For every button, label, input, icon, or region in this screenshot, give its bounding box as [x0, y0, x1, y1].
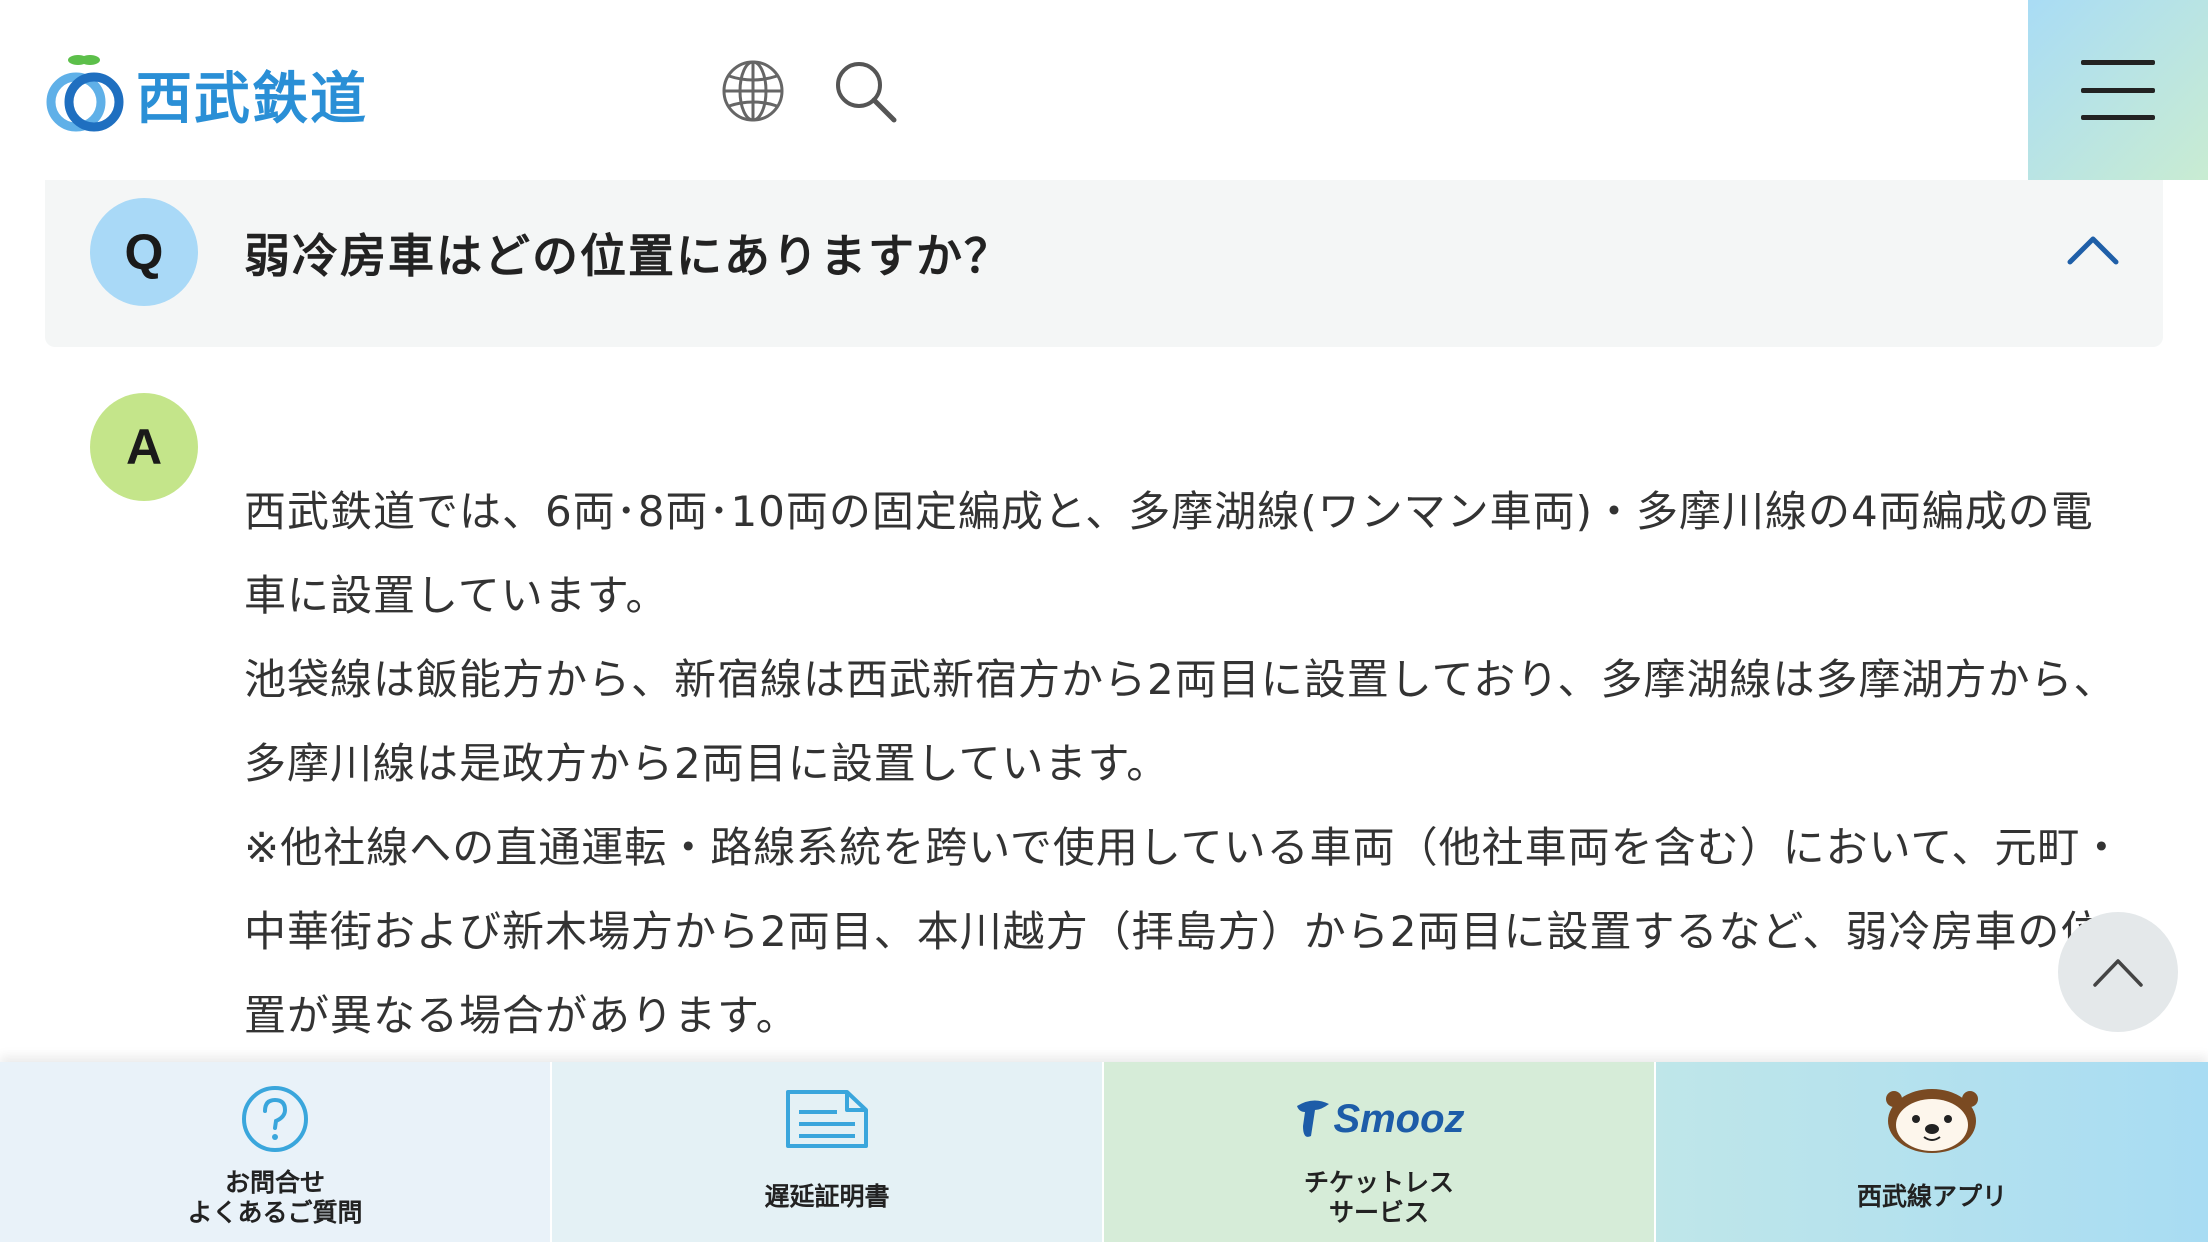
question-circle-icon	[242, 1086, 308, 1152]
globe-icon[interactable]	[720, 58, 786, 124]
nav-item-ticketless[interactable]: Smooz チケットレス サービス	[1104, 1062, 1656, 1242]
chevron-up-icon	[2093, 959, 2143, 987]
otter-mascot-icon	[1886, 1089, 1978, 1153]
logo-text: 西武鉄道	[136, 66, 368, 132]
seibu-logo-icon	[46, 55, 124, 132]
a-badge: A	[90, 393, 198, 501]
faq-question-text[interactable]: 弱冷房車はどの位置にありますか？	[244, 220, 1012, 286]
chevron-up-icon[interactable]	[2066, 232, 2120, 266]
nav-item-delay-certificate[interactable]: 遅延証明書	[552, 1062, 1104, 1242]
answer-paragraph: ※他社線への直通運転・路線系統を跨いで使用している車両（他社車両を含む）において…	[244, 823, 2124, 1040]
smooz-swoosh-icon	[1297, 1100, 1330, 1137]
smooz-logo-text: Smooz	[1333, 1096, 1465, 1141]
seibu-logo[interactable]: 西武鉄道	[44, 52, 368, 136]
nav-label: チケットレス サービス	[1303, 1168, 1454, 1227]
faq-answer: 西武鉄道では、6両･8両･10両の固定編成と、多摩湖線(ワンマン車両)・多摩川線…	[244, 470, 2124, 1058]
answer-paragraph: 西武鉄道では、6両･8両･10両の固定編成と、多摩湖線(ワンマン車両)・多摩川線…	[244, 487, 2094, 620]
site-header: 西武鉄道	[0, 0, 2208, 180]
document-icon	[786, 1090, 868, 1148]
nav-label: 西武線アプリ	[1856, 1182, 2007, 1211]
scroll-to-top-button[interactable]	[2058, 912, 2178, 1032]
search-icon[interactable]	[832, 58, 898, 124]
menu-icon	[2081, 60, 2155, 120]
q-badge: Q	[90, 198, 198, 306]
nav-item-contact-faq[interactable]: お問合せ よくあるご質問	[0, 1062, 552, 1242]
hamburger-menu-button[interactable]	[2028, 0, 2208, 180]
nav-item-seibu-app[interactable]: 西武線アプリ	[1656, 1062, 2208, 1242]
smooz-logo-icon: Smooz	[1284, 1084, 1474, 1154]
bottom-navigation: お問合せ よくあるご質問 遅延証明書 Smooz チケットレス サービス 西武線…	[0, 1062, 2208, 1242]
answer-paragraph: 池袋線は飯能方から、新宿線は西武新宿方から2両目に設置しており、多摩湖線は多摩湖…	[244, 655, 2117, 788]
nav-label: お問合せ よくあるご質問	[187, 1168, 363, 1227]
nav-label: 遅延証明書	[764, 1182, 890, 1211]
